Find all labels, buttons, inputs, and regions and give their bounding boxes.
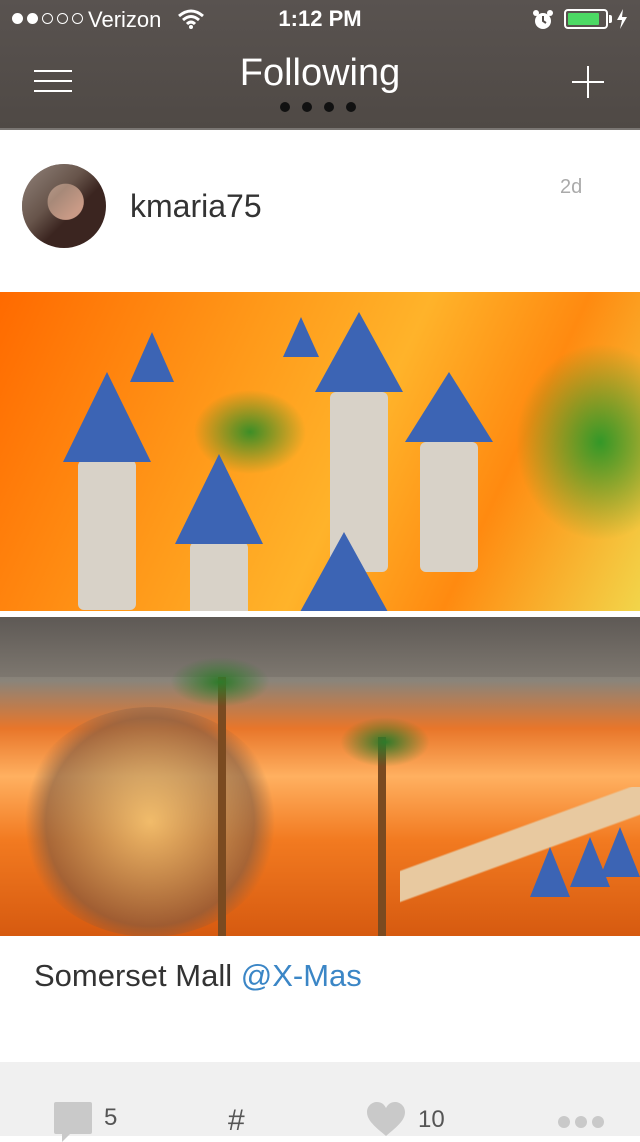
caption-text: Somerset Mall: [34, 958, 233, 993]
hashtag-icon: #: [228, 1104, 245, 1137]
post-age: 2d: [560, 176, 583, 198]
page-indicator[interactable]: [280, 102, 356, 112]
page-dot[interactable]: [324, 102, 334, 112]
page-title: Following: [239, 52, 401, 94]
post-caption: Somerset Mall @X-Mas: [34, 958, 362, 994]
comment-count: 5: [104, 1104, 118, 1131]
comment-button[interactable]: 5: [54, 1102, 118, 1142]
alarm-icon: [533, 10, 553, 29]
comment-icon: [54, 1102, 92, 1142]
more-icon: [558, 1116, 604, 1128]
app-header: Verizon 1:12 PM Following: [0, 0, 640, 128]
page-dot[interactable]: [346, 102, 356, 112]
page-dot[interactable]: [280, 102, 290, 112]
battery-icon: [564, 9, 608, 29]
status-bar: Verizon 1:12 PM: [0, 0, 640, 40]
like-count: 10: [418, 1106, 445, 1133]
page-dot[interactable]: [302, 102, 312, 112]
post-action-bar: 5 # 10: [0, 1062, 640, 1142]
more-button[interactable]: [558, 1116, 604, 1128]
caption-tag-link[interactable]: @X-Mas: [241, 958, 362, 993]
battery-level: [568, 13, 599, 25]
like-button[interactable]: 10: [366, 1102, 445, 1138]
heart-icon: [367, 1102, 405, 1136]
post-header: kmaria75 2d: [0, 128, 640, 292]
post-photo[interactable]: [0, 292, 640, 611]
battery-tip: [609, 15, 612, 23]
post-photo[interactable]: [0, 617, 640, 936]
hashtag-button[interactable]: #: [228, 1104, 245, 1138]
username-link[interactable]: kmaria75: [130, 188, 262, 225]
avatar[interactable]: [22, 164, 106, 248]
charging-icon: [617, 9, 627, 29]
add-button[interactable]: [572, 66, 604, 98]
